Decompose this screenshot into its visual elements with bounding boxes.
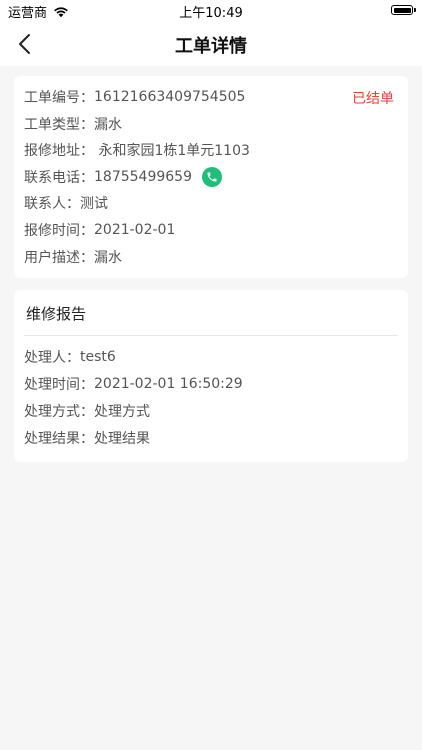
- handle-result-value: 处理结果: [94, 431, 150, 447]
- handle-time-label: 处理时间：: [24, 377, 94, 393]
- repair-report-card: 维修报告 处理人： test6 处理时间： 2021-02-01 16:50:2…: [14, 290, 408, 462]
- handle-method-value: 处理方式: [94, 404, 150, 420]
- contact-phone-label: 联系电话：: [24, 170, 94, 186]
- status-bar: 运营商 上午10:49: [0, 0, 422, 22]
- order-info-card: 已结单 工单编号： 16121663409754505 工单类型： 漏水 报修地…: [14, 76, 408, 278]
- repair-time-row: 报修时间： 2021-02-01: [24, 219, 396, 241]
- repair-report-title: 维修报告: [26, 305, 87, 323]
- repair-address-label: 报修地址：: [24, 143, 94, 159]
- order-type-value: 漏水: [94, 117, 122, 133]
- contact-phone-row: 联系电话： 18755499659: [24, 166, 396, 188]
- screen: 运营商 上午10:49 工单详情 已结单 工单编号： 1612166340975…: [0, 0, 422, 750]
- order-number-label: 工单编号：: [24, 90, 94, 106]
- handle-result-row: 处理结果： 处理结果: [24, 427, 396, 449]
- battery-icon: [391, 5, 413, 15]
- handle-result-label: 处理结果：: [24, 431, 94, 447]
- handler-label: 处理人：: [24, 350, 80, 366]
- order-number-row: 工单编号： 16121663409754505: [24, 86, 396, 108]
- contact-person-row: 联系人： 测试: [24, 192, 396, 214]
- handle-method-label: 处理方式：: [24, 404, 94, 420]
- handle-time-value: 2021-02-01 16:50:29: [94, 376, 243, 392]
- repair-address-row: 报修地址： 永和家园1栋1单元1103: [24, 139, 396, 161]
- handler-value: test6: [80, 349, 116, 365]
- order-number-value: 16121663409754505: [94, 89, 246, 105]
- phone-icon[interactable]: [201, 167, 222, 187]
- user-description-value: 漏水: [94, 250, 122, 266]
- repair-address-value: 永和家园1栋1单元1103: [94, 143, 250, 159]
- divider: [24, 335, 398, 336]
- battery-fill: [393, 7, 411, 13]
- order-type-label: 工单类型：: [24, 117, 94, 133]
- contact-phone-value: 18755499659: [94, 169, 192, 185]
- user-description-label: 用户描述：: [24, 250, 94, 266]
- handle-method-row: 处理方式： 处理方式: [24, 400, 396, 422]
- page-title: 工单详情: [175, 36, 247, 57]
- nav-bar: 工单详情: [0, 22, 422, 66]
- contact-person-value: 测试: [80, 196, 108, 212]
- handler-row: 处理人： test6: [24, 346, 396, 368]
- battery-tip: [414, 8, 416, 12]
- status-time: 上午10:49: [179, 6, 243, 21]
- order-type-row: 工单类型： 漏水: [24, 113, 396, 135]
- contact-person-label: 联系人：: [24, 196, 80, 212]
- handle-time-row: 处理时间： 2021-02-01 16:50:29: [24, 373, 396, 395]
- user-description-row: 用户描述： 漏水: [24, 246, 396, 268]
- repair-time-value: 2021-02-01: [94, 222, 176, 238]
- repair-time-label: 报修时间：: [24, 223, 94, 239]
